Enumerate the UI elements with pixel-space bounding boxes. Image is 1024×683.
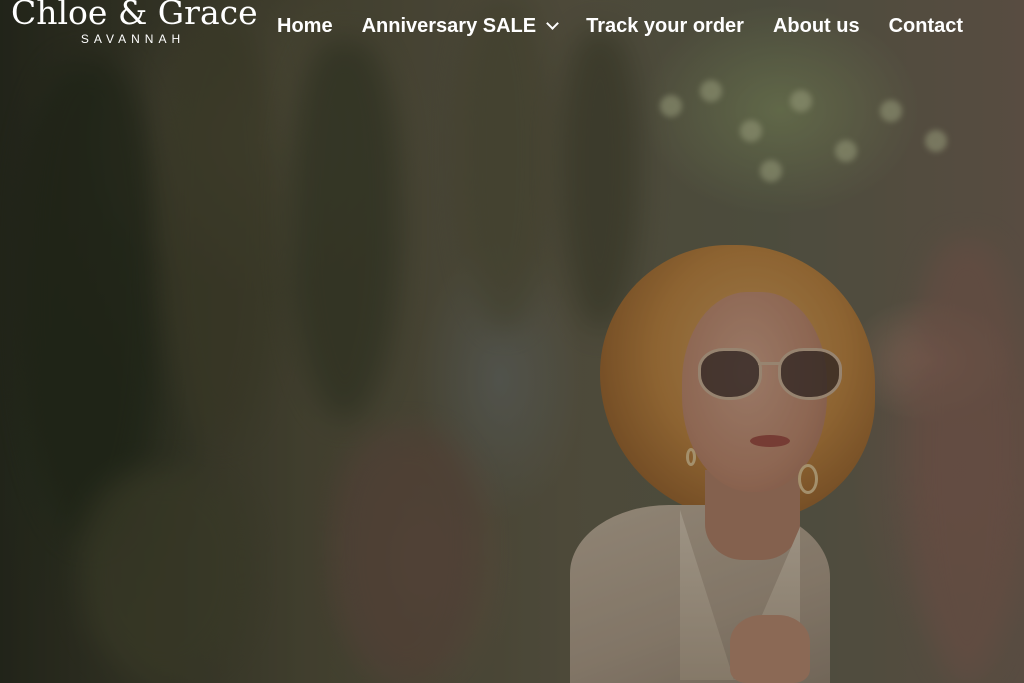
brand-location: SAVANNAH [80,32,186,46]
nav-item-label: Contact [888,14,964,37]
brand-logo[interactable]: Chloe & Grace SAVANNAH [11,0,258,46]
nav-item-label: About us [772,14,860,37]
hero-section: Chloe & Grace SAVANNAH Home Anniversary … [0,0,1024,683]
nav-item-home[interactable]: Home [277,15,333,38]
main-nav: Home Anniversary SALE Track your order A… [277,12,963,40]
nav-item-about-us[interactable]: About us [773,15,860,38]
chevron-down-icon [546,17,559,30]
nav-item-contact[interactable]: Contact [889,15,963,38]
nav-item-label: Home [277,14,333,37]
nav-item-label: Anniversary SALE [361,14,537,37]
nav-item-track-order[interactable]: Track your order [586,15,744,38]
brand-name: Chloe & Grace [11,0,258,32]
hero-overlay [0,0,1024,683]
nav-item-anniversary-sale[interactable]: Anniversary SALE [361,14,559,38]
site-header: Chloe & Grace SAVANNAH Home Anniversary … [0,0,1024,60]
nav-item-label: Track your order [586,14,744,37]
